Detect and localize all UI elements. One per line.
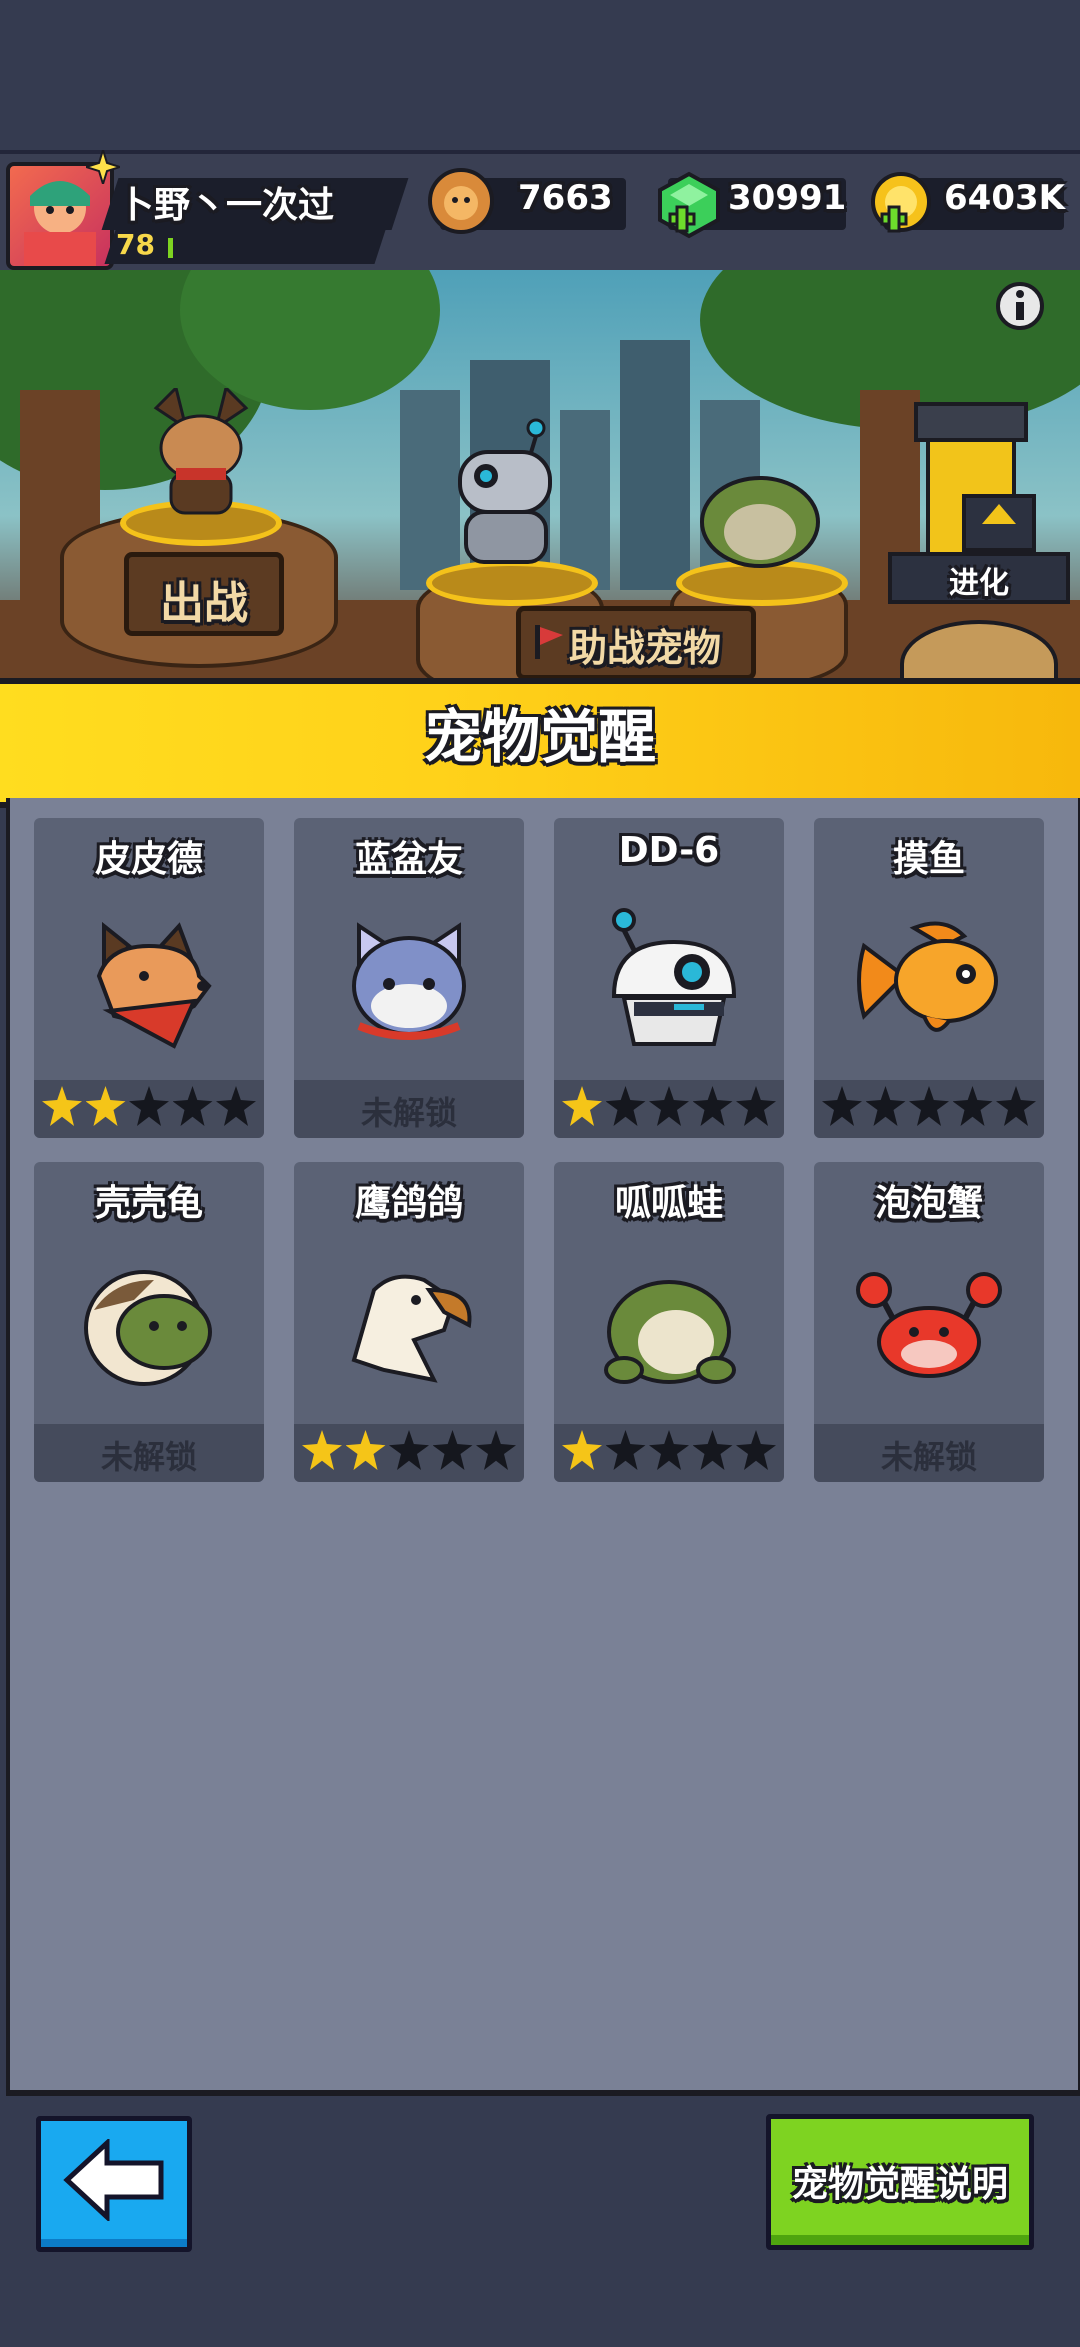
star-rating [554, 1080, 784, 1138]
star-icon [476, 1430, 516, 1470]
star-icon [996, 1086, 1036, 1126]
star-rating [814, 1080, 1044, 1138]
star-icon [736, 1430, 776, 1470]
pet-name: 壳壳龟 [94, 1183, 203, 1224]
star-icon [605, 1430, 646, 1470]
pet-name: 鹰鸽鸽 [354, 1183, 463, 1224]
turtle-icon [84, 1270, 212, 1386]
star-icon [562, 1086, 602, 1126]
star-rating [294, 1424, 524, 1482]
stars-6 [562, 1430, 776, 1470]
star-icon [129, 1086, 169, 1126]
robot-pet-icon [458, 418, 552, 564]
stars-2 [562, 1086, 776, 1126]
eagle-icon [351, 1274, 472, 1383]
pet-name: 呱呱蛙 [614, 1183, 723, 1224]
dog-pet-icon [153, 388, 249, 515]
assist-pet-sign[interactable]: 助战宠物 [516, 606, 756, 680]
pet-name: 摸鱼 [892, 839, 965, 880]
goldfish-icon [857, 921, 998, 1032]
star-icon [172, 1086, 213, 1126]
pet-card-pipide[interactable]: 皮皮德 [34, 818, 264, 1138]
pet-card-moyu[interactable]: 摸鱼 [814, 818, 1044, 1138]
locked-label: 未解锁 [100, 1438, 197, 1476]
currency-value-gold: 6403K [944, 178, 1065, 218]
player-level: 78 [116, 228, 155, 261]
robot-icon [611, 908, 737, 1046]
pet-card-lanpengyou[interactable]: 蓝盆友 未解锁 [294, 818, 524, 1138]
pet-card-keke-turtle[interactable]: 壳壳龟 未解锁 [34, 1162, 264, 1482]
locked-footer: 未解锁 [814, 1424, 1044, 1482]
lion-coin-icon [428, 168, 494, 234]
pet-name: 蓝盆友 [354, 839, 463, 880]
assist-pet-label: 助战宠物 [569, 626, 722, 670]
pet-card-yinggege[interactable]: 鹰鸽鸽 [294, 1162, 524, 1482]
star-icon [692, 1430, 733, 1470]
sparkle-icon [86, 150, 120, 184]
star-icon [42, 1086, 82, 1126]
star-icon [216, 1086, 256, 1126]
page-title: 宠物觉醒 [423, 703, 656, 771]
stars-0 [42, 1086, 256, 1126]
frog-pet-icon [700, 476, 820, 568]
currency-value-lion: 7663 [518, 178, 613, 218]
frog-icon [604, 1280, 736, 1384]
info-icon[interactable] [994, 280, 1046, 332]
locked-footer: 未解锁 [34, 1424, 264, 1482]
locked-label: 未解锁 [880, 1438, 977, 1476]
pet-name: 泡泡蟹 [874, 1183, 983, 1224]
star-icon [736, 1086, 776, 1126]
star-icon [952, 1086, 993, 1126]
pet-card-dd6[interactable]: DD-6 [554, 818, 784, 1138]
exp-bar [168, 238, 173, 258]
pet-scene: 出战 助战宠物 进化 [0, 270, 1080, 680]
evolve-button[interactable]: 进化 [888, 552, 1070, 604]
star-rating [34, 1080, 264, 1138]
fight-sign[interactable]: 出战 [124, 552, 284, 636]
flag-icon [535, 625, 563, 659]
stars-3 [822, 1086, 1036, 1126]
locked-footer: 未解锁 [294, 1080, 524, 1138]
pet-card-paopao-crab[interactable]: 泡泡蟹 未解锁 [814, 1162, 1044, 1482]
awakening-help-label: 宠物觉醒说明 [791, 2164, 1008, 2205]
star-icon [822, 1086, 862, 1126]
star-icon [909, 1086, 949, 1126]
back-button[interactable] [36, 2116, 192, 2252]
star-icon [605, 1086, 646, 1126]
star-icon [865, 1086, 906, 1126]
currency-value-gem: 30991 [728, 178, 847, 218]
crab-icon [856, 1272, 1002, 1378]
back-arrow-icon [63, 2139, 164, 2221]
pet-name: DD-6 [618, 830, 720, 871]
gold-coin-icon[interactable] [866, 170, 936, 240]
fight-label: 出战 [160, 578, 248, 629]
shepherd-dog-icon [96, 921, 212, 1049]
awakening-help-button[interactable]: 宠物觉醒说明 [766, 2114, 1034, 2250]
star-icon [389, 1430, 429, 1470]
star-icon [432, 1430, 473, 1470]
green-gem-icon[interactable] [654, 170, 724, 240]
star-icon [562, 1430, 602, 1470]
stars-5 [302, 1430, 516, 1470]
evolve-label: 进化 [949, 566, 1009, 601]
player-name: 卜野丶一次过 [118, 185, 335, 226]
star-icon [302, 1430, 342, 1470]
star-rating [554, 1424, 784, 1482]
star-icon [85, 1086, 126, 1126]
blue-cat-icon [352, 922, 466, 1040]
star-icon [692, 1086, 733, 1126]
pet-name: 皮皮德 [94, 839, 203, 880]
locked-label: 未解锁 [360, 1094, 457, 1132]
star-icon [345, 1430, 386, 1470]
star-icon [649, 1086, 689, 1126]
pet-card-guagua-frog[interactable]: 呱呱蛙 [554, 1162, 784, 1482]
star-icon [649, 1430, 689, 1470]
